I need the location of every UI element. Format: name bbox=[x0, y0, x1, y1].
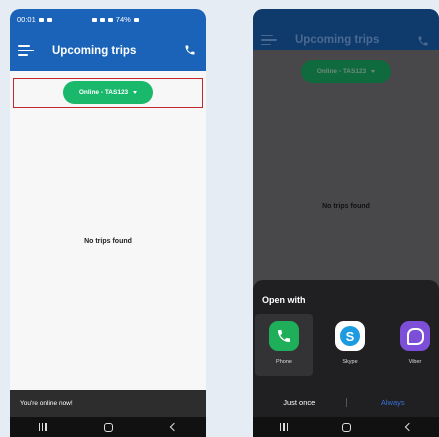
hamburger-menu-icon[interactable] bbox=[18, 45, 34, 56]
app-option-skype[interactable]: S Skype bbox=[321, 314, 379, 376]
app-label: Skype bbox=[342, 359, 358, 365]
online-status-label: Online - TAS123 bbox=[78, 89, 129, 96]
recents-icon[interactable] bbox=[280, 423, 289, 431]
sheet-actions: Just once Always bbox=[253, 393, 439, 411]
online-status-button: Online - TAS123 bbox=[300, 60, 392, 83]
app-label: Phone bbox=[276, 359, 292, 365]
phone-screen-open-with: Upcoming trips Online - TAS123 No trips … bbox=[253, 9, 439, 437]
open-with-sheet: Open with Phone S Skype Viber Just once … bbox=[253, 280, 439, 417]
notification-icon bbox=[46, 17, 52, 22]
viber-icon bbox=[400, 321, 430, 351]
status-bar: 00:01 74% bbox=[10, 9, 206, 30]
just-once-button[interactable]: Just once bbox=[253, 398, 346, 407]
online-status-button[interactable]: Online - TAS123 bbox=[62, 81, 154, 104]
trips-list: Online - TAS123 No trips found You're on… bbox=[10, 71, 206, 437]
call-icon[interactable] bbox=[184, 44, 196, 56]
always-button[interactable]: Always bbox=[347, 398, 439, 407]
snackbar: You're online now! bbox=[10, 390, 206, 417]
phone-screen-online: 00:01 74% Upcoming trips Online - TAS123… bbox=[10, 9, 206, 437]
app-option-phone[interactable]: Phone bbox=[255, 314, 313, 376]
chevron-down-icon bbox=[371, 70, 376, 73]
skype-icon: S bbox=[335, 321, 365, 351]
battery-icon bbox=[133, 17, 139, 22]
notification-icon bbox=[38, 17, 44, 22]
online-status-label: Online - TAS123 bbox=[316, 68, 367, 75]
app-label: Viber bbox=[408, 359, 422, 365]
page-title: Upcoming trips bbox=[52, 44, 137, 57]
alarm-icon bbox=[91, 17, 97, 22]
battery-level: 74% bbox=[115, 15, 131, 24]
page-title: Upcoming trips bbox=[295, 34, 380, 46]
location-icon bbox=[99, 17, 105, 22]
app-option-viber[interactable]: Viber bbox=[386, 314, 439, 376]
status-time: 00:01 bbox=[17, 15, 36, 24]
back-icon[interactable] bbox=[404, 422, 414, 432]
signal-icon bbox=[107, 17, 113, 22]
app-bar: Upcoming trips bbox=[10, 30, 206, 71]
app-chooser: Phone S Skype Viber bbox=[253, 314, 439, 376]
system-nav-bar bbox=[253, 417, 439, 437]
hamburger-menu-icon bbox=[261, 34, 277, 46]
empty-state-message: No trips found bbox=[84, 238, 132, 245]
call-icon bbox=[418, 36, 428, 46]
system-nav-bar bbox=[10, 417, 206, 437]
home-icon[interactable] bbox=[342, 422, 352, 432]
snackbar-message: You're online now! bbox=[20, 400, 73, 407]
trips-list: Online - TAS123 No trips found Open with… bbox=[253, 50, 439, 437]
sheet-title: Open with bbox=[262, 295, 306, 305]
empty-state-message: No trips found bbox=[322, 203, 370, 210]
back-icon[interactable] bbox=[169, 422, 179, 432]
recents-icon[interactable] bbox=[38, 423, 47, 431]
chevron-down-icon bbox=[133, 91, 138, 94]
phone-app-icon bbox=[269, 321, 299, 351]
home-icon[interactable] bbox=[104, 422, 114, 432]
